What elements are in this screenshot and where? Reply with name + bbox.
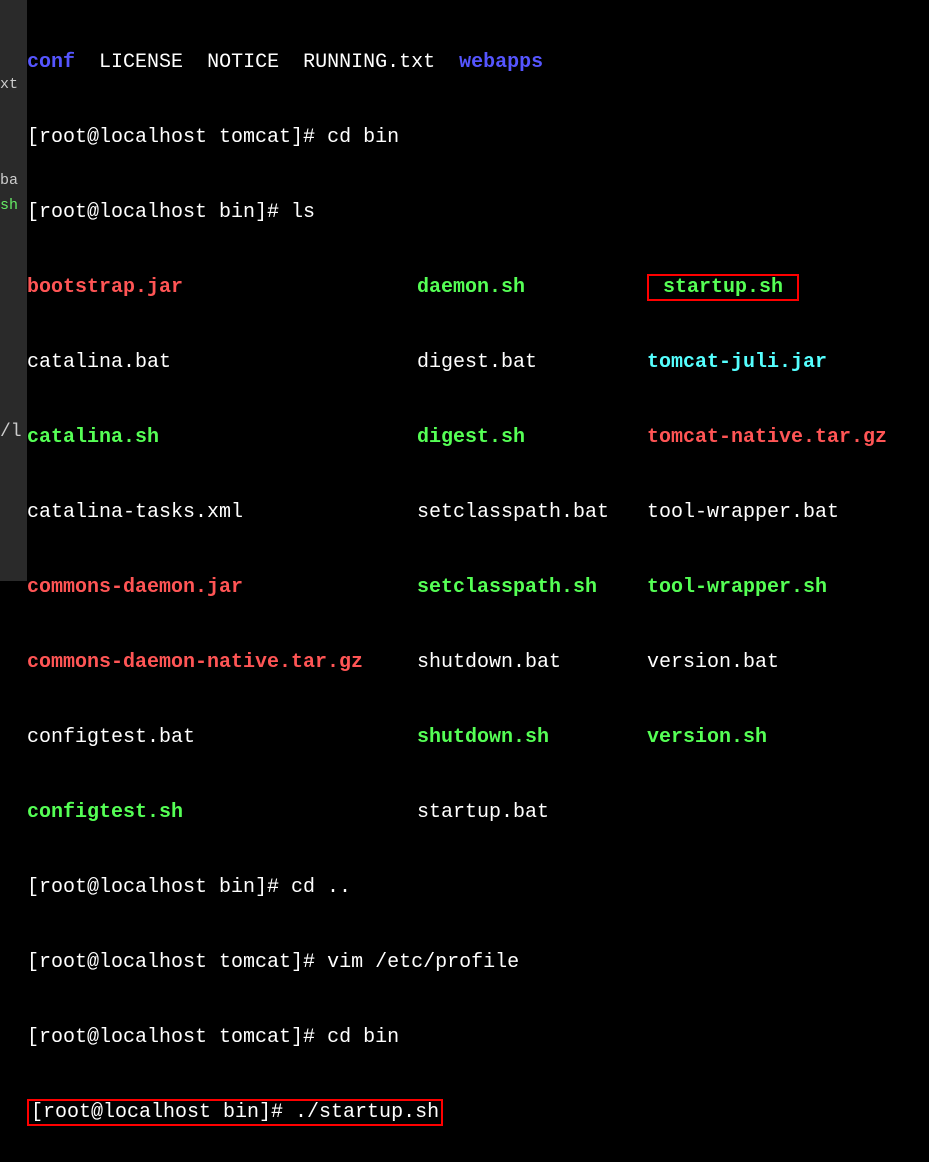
prompt: [root@localhost bin]# [31,1101,295,1124]
command-line: [root@localhost bin]# ./startup.sh [27,1100,929,1125]
prompt: [root@localhost tomcat]# [27,951,327,974]
terminal[interactable]: conf LICENSE NOTICE RUNNING.txt webapps … [27,0,929,1162]
prompt: [root@localhost bin]# [27,201,291,224]
command-line: [root@localhost tomcat]# cd bin [27,1025,929,1050]
gutter-fragment: sh [0,193,18,218]
command-line: [root@localhost tomcat]# cd bin [27,125,929,150]
highlight-box: startup.sh [647,274,799,301]
prompt: [root@localhost tomcat]# [27,1026,327,1049]
highlight-box: [root@localhost bin]# ./startup.sh [27,1099,443,1126]
ls-row: configtest.batshutdown.shversion.sh [27,725,929,750]
prompt: [root@localhost bin]# [27,876,291,899]
ls-row: catalina.shdigest.shtomcat-native.tar.gz [27,425,929,450]
gutter-fragment: /l [0,420,22,445]
ls-row: bootstrap.jardaemon.sh startup.sh [27,275,929,300]
gutter-fragment: xt [0,72,18,97]
ls-row: commons-daemon.jarsetclasspath.shtool-wr… [27,575,929,600]
output-line: conf LICENSE NOTICE RUNNING.txt webapps [27,50,929,75]
ls-row: catalina-tasks.xmlsetclasspath.battool-w… [27,500,929,525]
command-line: [root@localhost tomcat]# vim /etc/profil… [27,950,929,975]
ls-row: configtest.shstartup.bat [27,800,929,825]
ls-row: commons-daemon-native.tar.gzshutdown.bat… [27,650,929,675]
command-line: [root@localhost bin]# ls [27,200,929,225]
ls-row: catalina.batdigest.battomcat-juli.jar [27,350,929,375]
gutter: xt ba sh /l [0,0,27,581]
command-line: [root@localhost bin]# cd .. [27,875,929,900]
prompt: [root@localhost tomcat]# [27,126,327,149]
gutter-fragment: ba [0,168,18,193]
